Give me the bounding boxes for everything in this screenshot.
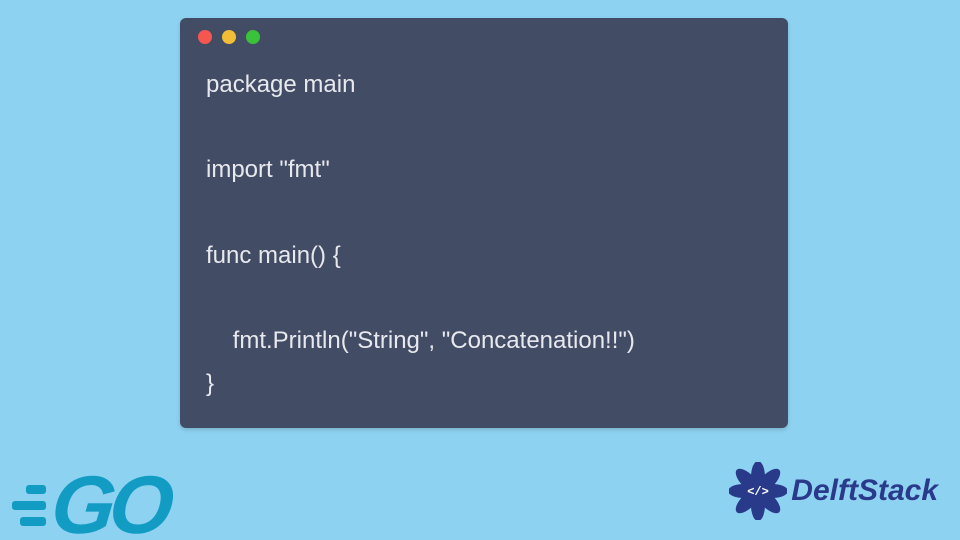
- delftstack-logo: </> DelftStack: [729, 462, 938, 520]
- thumbnail-canvas: package main import "fmt" func main() { …: [0, 0, 960, 540]
- traffic-light-zoom-icon: [246, 30, 260, 44]
- traffic-light-minimize-icon: [222, 30, 236, 44]
- code-block: package main import "fmt" func main() { …: [180, 56, 788, 428]
- go-logo: GO: [12, 475, 168, 537]
- traffic-light-close-icon: [198, 30, 212, 44]
- svg-text:</>: </>: [747, 485, 769, 499]
- window-titlebar: [180, 18, 788, 56]
- delftstack-logo-text: DelftStack: [791, 474, 938, 508]
- delftstack-badge-icon: </>: [729, 462, 787, 520]
- go-speed-lines-icon: [12, 485, 46, 526]
- code-window: package main import "fmt" func main() { …: [180, 18, 788, 428]
- go-logo-text: GO: [49, 475, 171, 537]
